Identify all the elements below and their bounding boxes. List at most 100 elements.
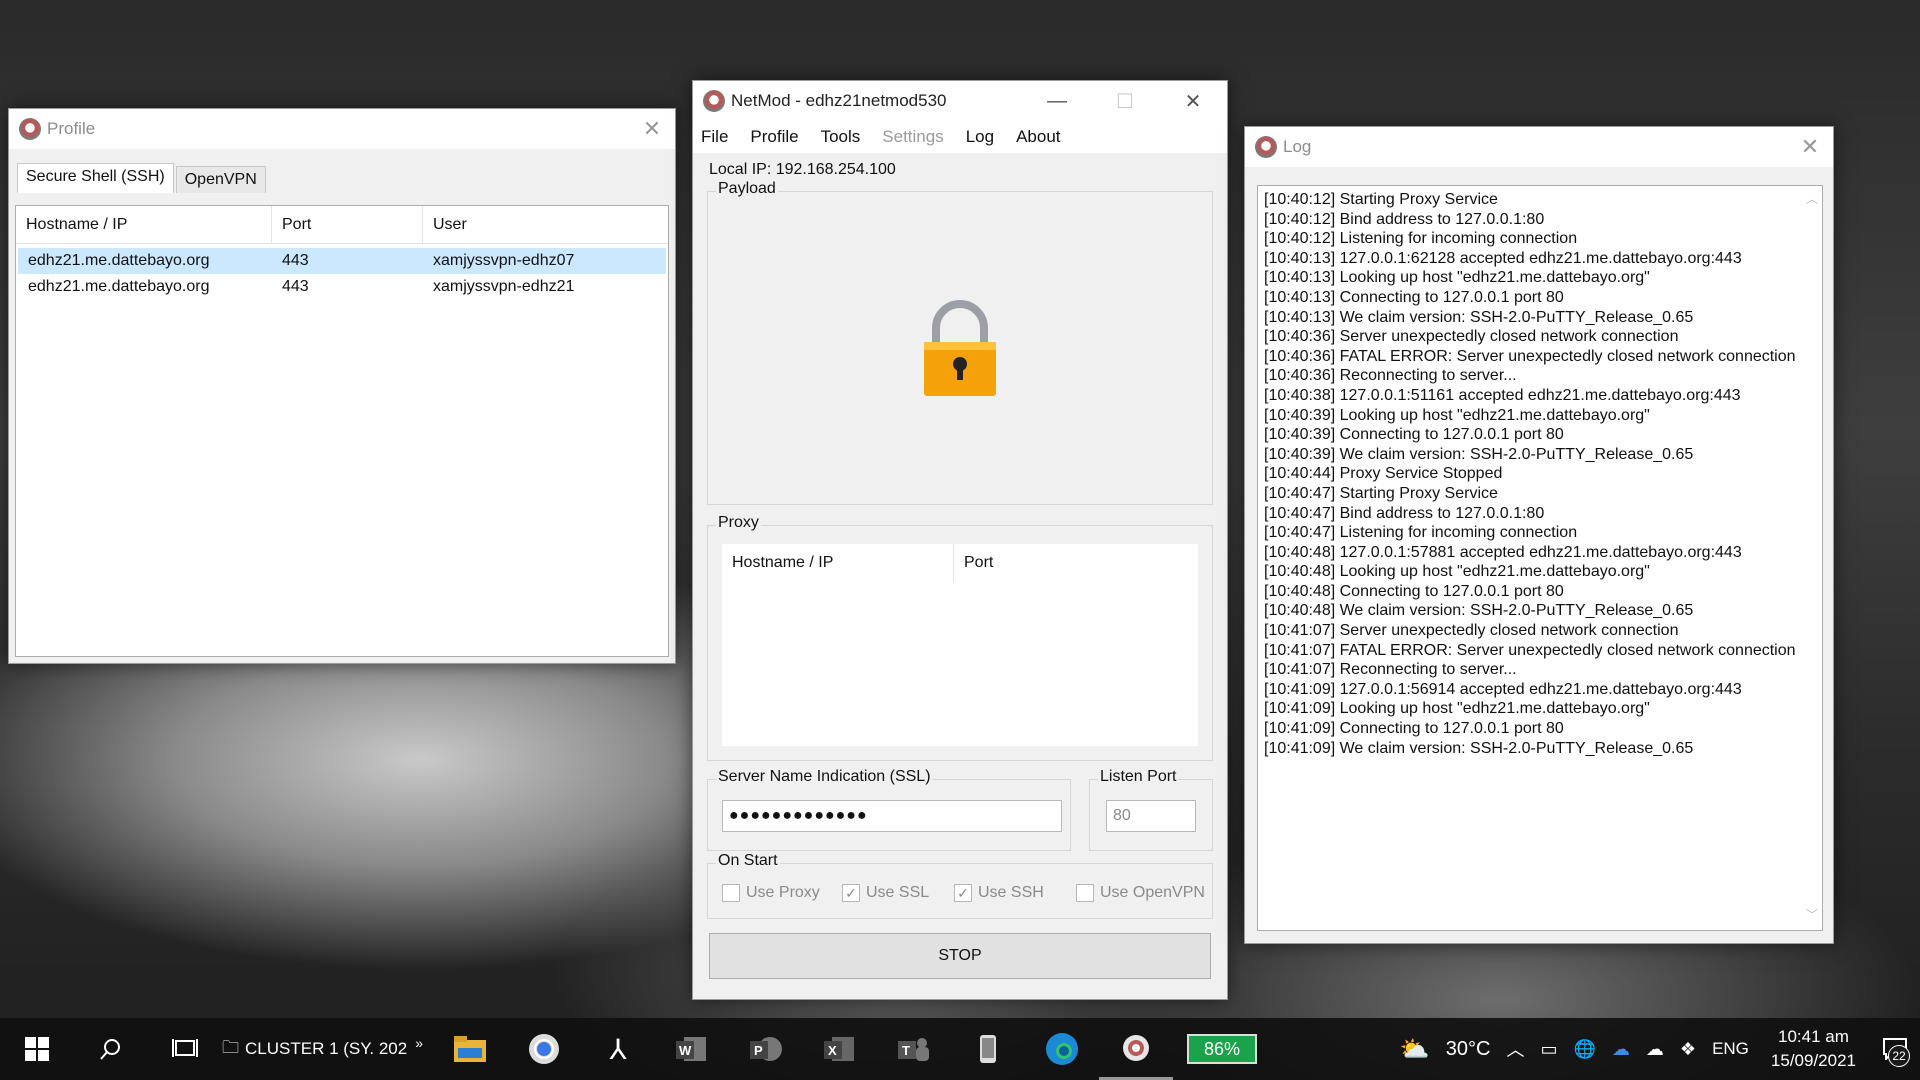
- log-line: [10:40:48] We claim version: SSH-2.0-PuT…: [1264, 602, 1694, 620]
- column-user[interactable]: User: [423, 206, 668, 244]
- payload-label: Payload: [716, 180, 778, 198]
- sni-group: Server Name Indication (SSL) ●●●●●●●●●●●…: [707, 768, 1071, 851]
- log-line: [10:40:39] Looking up host "edhz21.me.da…: [1264, 406, 1650, 424]
- word-icon[interactable]: W: [655, 1018, 729, 1080]
- close-icon[interactable]: ✕: [1159, 81, 1227, 121]
- table-row[interactable]: edhz21.me.dattebayo.org 443 xamjyssvpn-e…: [18, 248, 666, 274]
- netmod-titlebar[interactable]: NetMod - edhz21netmod530 — ☐ ✕: [693, 81, 1227, 121]
- phone-icon[interactable]: [951, 1018, 1025, 1080]
- tab-openvpn[interactable]: OpenVPN: [175, 166, 266, 193]
- notification-center-icon[interactable]: 22: [1870, 1029, 1920, 1069]
- log-line: [10:40:48] 127.0.0.1:57881 accepted edhz…: [1264, 543, 1742, 561]
- profile-window: Profile ✕ Secure Shell (SSH) OpenVPN Hos…: [8, 108, 676, 664]
- scroll-down-icon[interactable]: ﹀: [1806, 906, 1818, 926]
- netmod-app-icon: [703, 90, 725, 112]
- use-proxy-checkbox[interactable]: Use Proxy: [722, 884, 820, 902]
- cluster-taskbar-item[interactable]: 🗀 CLUSTER 1 (SY. 202 »: [222, 1035, 423, 1064]
- sni-field[interactable]: ●●●●●●●●●●●●●: [722, 800, 1062, 832]
- use-proxy-label: Use Proxy: [746, 884, 820, 901]
- chevron-up-icon[interactable]: ︿: [1506, 1036, 1524, 1062]
- menu-about[interactable]: About: [1016, 127, 1060, 147]
- menu-log[interactable]: Log: [966, 127, 994, 147]
- sni-label: Server Name Indication (SSL): [716, 768, 933, 786]
- proxy-list-header: Hostname / IP Port: [722, 544, 1198, 582]
- log-line: [10:40:12] Starting Proxy Service: [1264, 191, 1498, 208]
- use-openvpn-checkbox[interactable]: Use OpenVPN: [1076, 884, 1205, 902]
- onedrive-icon[interactable]: ☁: [1612, 1039, 1630, 1060]
- listen-port-group: Listen Port 80: [1089, 768, 1213, 851]
- svg-text:P: P: [754, 1043, 763, 1058]
- menu-profile[interactable]: Profile: [750, 127, 798, 147]
- column-port[interactable]: Port: [954, 544, 1198, 582]
- log-line: [10:41:07] Reconnecting to server...: [1264, 661, 1517, 679]
- log-line: [10:40:36] Server unexpectedly closed ne…: [1264, 328, 1679, 346]
- language-indicator[interactable]: ENG: [1712, 1039, 1749, 1059]
- scroll-up-icon[interactable]: ︿: [1806, 190, 1818, 210]
- powerpoint-icon[interactable]: P: [729, 1018, 803, 1080]
- cloud-icon[interactable]: ☁: [1646, 1039, 1664, 1060]
- log-line: [10:40:12] Listening for incoming connec…: [1264, 230, 1578, 248]
- table-row[interactable]: edhz21.me.dattebayo.org 443 xamjyssvpn-e…: [18, 274, 666, 300]
- acrobat-icon[interactable]: ⅄: [581, 1018, 655, 1080]
- date: 15/09/2021: [1770, 1051, 1856, 1070]
- dropbox-icon[interactable]: ❖: [1680, 1039, 1696, 1060]
- row-user: xamjyssvpn-edhz21: [433, 278, 575, 295]
- proxy-list[interactable]: Hostname / IP Port: [722, 544, 1198, 746]
- globe-icon[interactable]: 🌐: [1574, 1039, 1596, 1060]
- checkmark-icon: ✓: [954, 884, 972, 902]
- battery-icon[interactable]: ▭: [1540, 1039, 1557, 1060]
- chevron-right-icon[interactable]: »: [415, 1035, 423, 1051]
- profile-title: Profile: [47, 119, 96, 138]
- chrome-icon[interactable]: [507, 1018, 581, 1080]
- log-titlebar[interactable]: Log ✕: [1245, 127, 1833, 167]
- cluster-label: CLUSTER 1 (SY. 202: [245, 1039, 408, 1058]
- proxy-group: Proxy Hostname / IP Port: [707, 514, 1213, 761]
- log-line: [10:41:09] We claim version: SSH-2.0-PuT…: [1264, 739, 1694, 757]
- log-line: [10:40:13] We claim version: SSH-2.0-PuT…: [1264, 308, 1694, 326]
- weather-cloud-icon[interactable]: ⛅: [1400, 1035, 1430, 1064]
- profile-list[interactable]: Hostname / IP Port User edhz21.me.datteb…: [15, 205, 669, 657]
- teams-icon[interactable]: T: [877, 1018, 951, 1080]
- tab-ssh[interactable]: Secure Shell (SSH): [17, 163, 174, 193]
- row-port: 443: [282, 252, 309, 269]
- menu-settings[interactable]: Settings: [882, 127, 943, 147]
- maximize-icon[interactable]: ☐: [1091, 81, 1159, 121]
- netmod-icon[interactable]: [1099, 1018, 1174, 1080]
- menu-file[interactable]: File: [701, 127, 728, 147]
- clock[interactable]: 10:41 am 15/09/2021: [1771, 1025, 1856, 1073]
- log-text-area[interactable]: [10:40:12] Starting Proxy Service [10:40:…: [1257, 185, 1823, 931]
- edge-icon[interactable]: [1025, 1018, 1099, 1080]
- profile-list-header: Hostname / IP Port User: [16, 205, 668, 244]
- listen-port-field[interactable]: 80: [1106, 800, 1196, 832]
- column-hostname[interactable]: Hostname / IP: [722, 544, 954, 582]
- column-port[interactable]: Port: [272, 205, 423, 244]
- close-icon[interactable]: ✕: [629, 109, 675, 149]
- netmod-window: NetMod - edhz21netmod530 — ☐ ✕ File Prof…: [692, 80, 1228, 1000]
- stop-button[interactable]: STOP: [709, 933, 1211, 979]
- scrollbar[interactable]: ︿ ﹀: [1804, 190, 1820, 926]
- log-line: [10:40:12] Bind address to 127.0.0.1:80: [1264, 210, 1545, 228]
- search-icon[interactable]: [74, 1018, 148, 1080]
- task-view-icon[interactable]: [148, 1018, 222, 1080]
- checkbox-box: [722, 884, 740, 902]
- battery-indicator[interactable]: 86%: [1187, 1034, 1258, 1064]
- close-icon[interactable]: ✕: [1787, 127, 1833, 167]
- on-start-label: On Start: [716, 852, 780, 870]
- file-explorer-icon[interactable]: [433, 1018, 507, 1080]
- menu-tools[interactable]: Tools: [821, 127, 861, 147]
- excel-icon[interactable]: X: [803, 1018, 877, 1080]
- column-hostname[interactable]: Hostname / IP: [16, 205, 272, 244]
- log-line: [10:40:36] Reconnecting to server...: [1264, 367, 1517, 385]
- temperature[interactable]: 30°C: [1446, 1038, 1491, 1061]
- lock-icon[interactable]: [920, 300, 1000, 400]
- log-line: [10:40:48] Connecting to 127.0.0.1 port …: [1264, 582, 1564, 600]
- system-tray: ⛅ 30°C ︿ ▭ 🌐 ☁ ☁ ❖ ENG 10:41 am 15/09/20…: [1392, 1025, 1920, 1073]
- use-ssl-checkbox[interactable]: ✓ Use SSL: [842, 884, 929, 902]
- use-ssl-label: Use SSL: [866, 884, 930, 901]
- windows-icon[interactable]: [0, 1018, 74, 1080]
- payload-group: Payload: [707, 180, 1213, 505]
- minimize-icon[interactable]: —: [1023, 81, 1091, 121]
- use-ssh-checkbox[interactable]: ✓ Use SSH: [954, 884, 1044, 902]
- profile-tabs: Secure Shell (SSH) OpenVPN: [9, 149, 675, 193]
- profile-titlebar[interactable]: Profile ✕: [9, 109, 675, 149]
